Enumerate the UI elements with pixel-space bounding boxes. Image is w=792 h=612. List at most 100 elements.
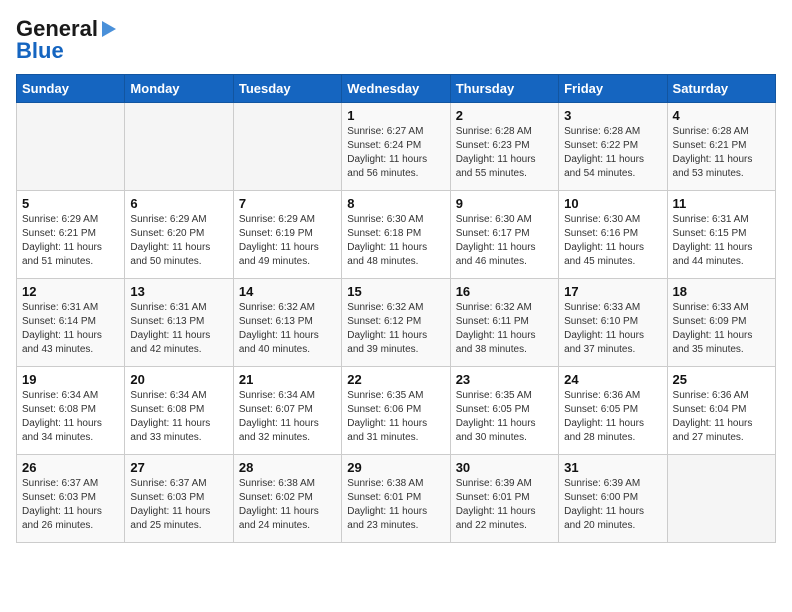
day-info: Sunrise: 6:31 AM Sunset: 6:15 PM Dayligh… bbox=[673, 214, 753, 267]
day-number: 2 bbox=[456, 108, 553, 123]
day-number: 15 bbox=[347, 284, 444, 299]
calendar-cell: 12 Sunrise: 6:31 AM Sunset: 6:14 PM Dayli… bbox=[17, 279, 125, 367]
day-number: 6 bbox=[130, 196, 227, 211]
day-number: 24 bbox=[564, 372, 661, 387]
day-info: Sunrise: 6:30 AM Sunset: 6:16 PM Dayligh… bbox=[564, 214, 644, 267]
calendar-cell: 30 Sunrise: 6:39 AM Sunset: 6:01 PM Dayli… bbox=[450, 455, 558, 543]
calendar-cell: 9Sunrise: 6:30 AM Sunset: 6:17 PM Daylig… bbox=[450, 191, 558, 279]
weekday-header-monday: Monday bbox=[125, 75, 233, 103]
day-info: Sunrise: 6:38 AM Sunset: 6:02 PM Dayligh… bbox=[239, 478, 319, 531]
calendar-week-4: 19Sunrise: 6:34 AM Sunset: 6:08 PM Dayli… bbox=[17, 367, 776, 455]
day-info: Sunrise: 6:29 AM Sunset: 6:20 PM Dayligh… bbox=[130, 214, 210, 267]
calendar-cell: 27 Sunrise: 6:37 AM Sunset: 6:03 PM Dayli… bbox=[125, 455, 233, 543]
day-info: Sunrise: 6:37 AM Sunset: 6:03 PM Dayligh… bbox=[22, 478, 102, 531]
day-number: 1 bbox=[347, 108, 444, 123]
day-number: 16 bbox=[456, 284, 553, 299]
calendar-cell: 21 Sunrise: 6:34 AM Sunset: 6:07 PM Dayli… bbox=[233, 367, 341, 455]
day-number: 7 bbox=[239, 196, 336, 211]
calendar-cell: 22Sunrise: 6:35 AM Sunset: 6:06 PM Dayli… bbox=[342, 367, 450, 455]
page-header: General Blue bbox=[16, 16, 776, 64]
day-number: 12 bbox=[22, 284, 119, 299]
calendar-cell: 4 Sunrise: 6:28 AM Sunset: 6:21 PM Daylig… bbox=[667, 103, 775, 191]
calendar-cell bbox=[667, 455, 775, 543]
calendar-cell: 24 Sunrise: 6:36 AM Sunset: 6:05 PM Dayli… bbox=[559, 367, 667, 455]
day-number: 4 bbox=[673, 108, 770, 123]
calendar-cell: 13 Sunrise: 6:31 AM Sunset: 6:13 PM Dayli… bbox=[125, 279, 233, 367]
day-info: Sunrise: 6:31 AM Sunset: 6:14 PM Dayligh… bbox=[22, 302, 102, 355]
weekday-header-friday: Friday bbox=[559, 75, 667, 103]
day-info: Sunrise: 6:35 AM Sunset: 6:05 PM Dayligh… bbox=[456, 390, 536, 443]
logo-arrow-icon bbox=[102, 21, 116, 37]
day-number: 11 bbox=[673, 196, 770, 211]
day-info: Sunrise: 6:32 AM Sunset: 6:11 PM Dayligh… bbox=[456, 302, 536, 355]
day-info: Sunrise: 6:33 AM Sunset: 6:10 PM Dayligh… bbox=[564, 302, 644, 355]
calendar-cell: 11 Sunrise: 6:31 AM Sunset: 6:15 PM Dayli… bbox=[667, 191, 775, 279]
calendar-cell: 25 Sunrise: 6:36 AM Sunset: 6:04 PM Dayli… bbox=[667, 367, 775, 455]
day-info: Sunrise: 6:36 AM Sunset: 6:04 PM Dayligh… bbox=[673, 390, 753, 443]
calendar-cell: 7Sunrise: 6:29 AM Sunset: 6:19 PM Daylig… bbox=[233, 191, 341, 279]
calendar-cell: 20 Sunrise: 6:34 AM Sunset: 6:08 PM Dayli… bbox=[125, 367, 233, 455]
weekday-header-sunday: Sunday bbox=[17, 75, 125, 103]
day-info: Sunrise: 6:32 AM Sunset: 6:12 PM Dayligh… bbox=[347, 302, 427, 355]
day-number: 23 bbox=[456, 372, 553, 387]
day-number: 28 bbox=[239, 460, 336, 475]
logo-blue: Blue bbox=[16, 38, 64, 64]
calendar-cell: 5 Sunrise: 6:29 AM Sunset: 6:21 PM Daylig… bbox=[17, 191, 125, 279]
day-info: Sunrise: 6:37 AM Sunset: 6:03 PM Dayligh… bbox=[130, 478, 210, 531]
calendar-cell: 28 Sunrise: 6:38 AM Sunset: 6:02 PM Dayli… bbox=[233, 455, 341, 543]
calendar-week-5: 26 Sunrise: 6:37 AM Sunset: 6:03 PM Dayli… bbox=[17, 455, 776, 543]
calendar-cell: 3Sunrise: 6:28 AM Sunset: 6:22 PM Daylig… bbox=[559, 103, 667, 191]
weekday-header-thursday: Thursday bbox=[450, 75, 558, 103]
calendar-cell: 8 Sunrise: 6:30 AM Sunset: 6:18 PM Daylig… bbox=[342, 191, 450, 279]
day-info: Sunrise: 6:28 AM Sunset: 6:23 PM Dayligh… bbox=[456, 126, 536, 179]
calendar-cell: 6 Sunrise: 6:29 AM Sunset: 6:20 PM Daylig… bbox=[125, 191, 233, 279]
calendar-cell bbox=[17, 103, 125, 191]
day-number: 10 bbox=[564, 196, 661, 211]
day-number: 21 bbox=[239, 372, 336, 387]
day-info: Sunrise: 6:39 AM Sunset: 6:01 PM Dayligh… bbox=[456, 478, 536, 531]
day-info: Sunrise: 6:28 AM Sunset: 6:22 PM Dayligh… bbox=[564, 126, 644, 179]
day-number: 25 bbox=[673, 372, 770, 387]
day-number: 8 bbox=[347, 196, 444, 211]
logo: General Blue bbox=[16, 16, 116, 64]
day-number: 27 bbox=[130, 460, 227, 475]
day-number: 9 bbox=[456, 196, 553, 211]
calendar-cell: 15 Sunrise: 6:32 AM Sunset: 6:12 PM Dayli… bbox=[342, 279, 450, 367]
calendar-cell: 18 Sunrise: 6:33 AM Sunset: 6:09 PM Dayli… bbox=[667, 279, 775, 367]
day-number: 5 bbox=[22, 196, 119, 211]
calendar-cell: 10 Sunrise: 6:30 AM Sunset: 6:16 PM Dayli… bbox=[559, 191, 667, 279]
day-info: Sunrise: 6:29 AM Sunset: 6:21 PM Dayligh… bbox=[22, 214, 102, 267]
weekday-header-saturday: Saturday bbox=[667, 75, 775, 103]
day-info: Sunrise: 6:33 AM Sunset: 6:09 PM Dayligh… bbox=[673, 302, 753, 355]
day-info: Sunrise: 6:36 AM Sunset: 6:05 PM Dayligh… bbox=[564, 390, 644, 443]
calendar-header: SundayMondayTuesdayWednesdayThursdayFrid… bbox=[17, 75, 776, 103]
calendar-body: 1 Sunrise: 6:27 AM Sunset: 6:24 PM Daylig… bbox=[17, 103, 776, 543]
calendar-cell: 1 Sunrise: 6:27 AM Sunset: 6:24 PM Daylig… bbox=[342, 103, 450, 191]
calendar-cell: 19Sunrise: 6:34 AM Sunset: 6:08 PM Dayli… bbox=[17, 367, 125, 455]
calendar-cell: 26 Sunrise: 6:37 AM Sunset: 6:03 PM Dayli… bbox=[17, 455, 125, 543]
calendar-week-2: 5 Sunrise: 6:29 AM Sunset: 6:21 PM Daylig… bbox=[17, 191, 776, 279]
day-info: Sunrise: 6:28 AM Sunset: 6:21 PM Dayligh… bbox=[673, 126, 753, 179]
day-info: Sunrise: 6:34 AM Sunset: 6:07 PM Dayligh… bbox=[239, 390, 319, 443]
calendar-cell: 23 Sunrise: 6:35 AM Sunset: 6:05 PM Dayli… bbox=[450, 367, 558, 455]
day-number: 20 bbox=[130, 372, 227, 387]
calendar-cell: 16 Sunrise: 6:32 AM Sunset: 6:11 PM Dayli… bbox=[450, 279, 558, 367]
day-info: Sunrise: 6:38 AM Sunset: 6:01 PM Dayligh… bbox=[347, 478, 427, 531]
day-number: 13 bbox=[130, 284, 227, 299]
day-info: Sunrise: 6:30 AM Sunset: 6:18 PM Dayligh… bbox=[347, 214, 427, 267]
day-number: 31 bbox=[564, 460, 661, 475]
calendar-cell: 17Sunrise: 6:33 AM Sunset: 6:10 PM Dayli… bbox=[559, 279, 667, 367]
day-number: 30 bbox=[456, 460, 553, 475]
day-info: Sunrise: 6:31 AM Sunset: 6:13 PM Dayligh… bbox=[130, 302, 210, 355]
day-info: Sunrise: 6:27 AM Sunset: 6:24 PM Dayligh… bbox=[347, 126, 427, 179]
calendar-cell: 14Sunrise: 6:32 AM Sunset: 6:13 PM Dayli… bbox=[233, 279, 341, 367]
day-number: 26 bbox=[22, 460, 119, 475]
day-info: Sunrise: 6:34 AM Sunset: 6:08 PM Dayligh… bbox=[22, 390, 102, 443]
day-info: Sunrise: 6:39 AM Sunset: 6:00 PM Dayligh… bbox=[564, 478, 644, 531]
calendar-week-3: 12 Sunrise: 6:31 AM Sunset: 6:14 PM Dayli… bbox=[17, 279, 776, 367]
day-info: Sunrise: 6:32 AM Sunset: 6:13 PM Dayligh… bbox=[239, 302, 319, 355]
day-info: Sunrise: 6:34 AM Sunset: 6:08 PM Dayligh… bbox=[130, 390, 210, 443]
calendar-cell bbox=[125, 103, 233, 191]
day-number: 18 bbox=[673, 284, 770, 299]
day-number: 22 bbox=[347, 372, 444, 387]
